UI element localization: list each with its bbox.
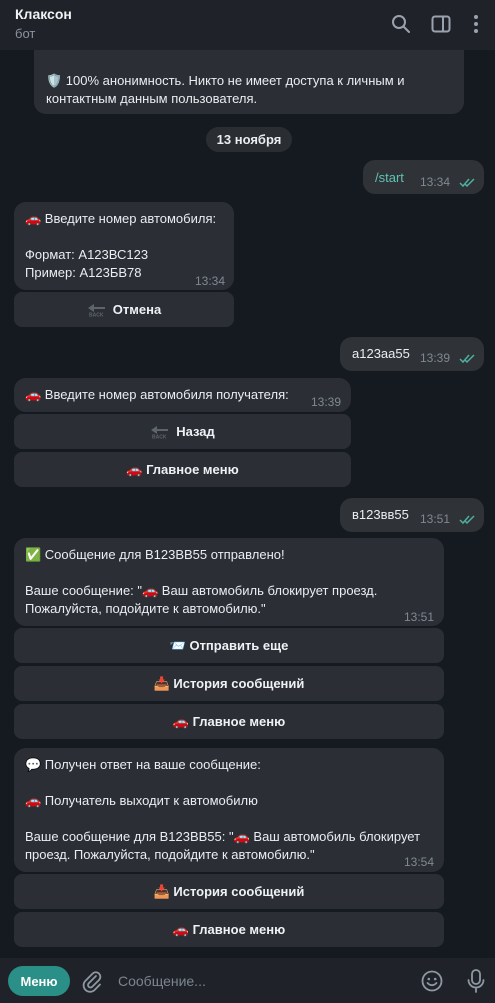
message-time: 13:39 xyxy=(311,395,342,409)
message-text: 🚗 Введите номер автомобиля получателя: xyxy=(25,387,289,402)
cancel-button[interactable]: BACK Отмена xyxy=(14,292,234,327)
main-menu-button-label: 🚗 Главное меню xyxy=(126,461,239,477)
send-more-button-label: 📨 Отправить еще xyxy=(169,637,289,653)
message-input[interactable] xyxy=(118,970,408,992)
send-more-button[interactable]: 📨 Отправить еще xyxy=(14,628,444,663)
bot-menu-button[interactable]: Меню xyxy=(8,966,70,996)
message-text: а123аа55 xyxy=(352,346,410,361)
message-time: 13:54 xyxy=(404,855,435,869)
message-bubble-outgoing: в123вв55 13:51 xyxy=(340,498,484,532)
read-checks-icon xyxy=(459,178,475,188)
main-menu-button-label: 🚗 Главное меню xyxy=(172,921,286,937)
message-history-button[interactable]: 📥 История сообщений xyxy=(14,874,444,909)
attach-icon[interactable] xyxy=(80,969,104,993)
chat-header[interactable]: Клаксон бот xyxy=(0,0,495,50)
read-checks-icon xyxy=(459,354,475,364)
message-bubble-incoming: 💬 Получен ответ на ваше сообщение: 🚗 Пол… xyxy=(14,748,444,872)
read-checks-icon xyxy=(459,515,475,525)
cancel-button-label: Отмена xyxy=(112,302,162,317)
main-menu-button[interactable]: 🚗 Главное меню xyxy=(14,452,351,487)
message-time: 13:51 xyxy=(420,512,451,526)
message-time: 13:39 xyxy=(420,351,451,365)
microphone-icon[interactable] xyxy=(464,968,488,994)
back-arrow-icon: BACK xyxy=(87,303,105,317)
message-bubble-incoming: 🚗 Введите номер автомобиля получателя: 1… xyxy=(14,378,351,412)
main-menu-button-label: 🚗 Главное меню xyxy=(172,713,286,729)
chat-title[interactable]: Клаксон xyxy=(15,6,72,22)
date-separator: 13 ноября xyxy=(206,127,292,152)
back-button[interactable]: BACK Назад xyxy=(14,414,351,449)
composer-bar: Меню xyxy=(0,958,495,1003)
chat-subtitle: бот xyxy=(15,26,36,41)
message-bubble-incoming: ✅ Сообщение для В123ВВ55 отправлено! Ваш… xyxy=(14,538,444,626)
message-text: 💬 Получен ответ на ваше сообщение: 🚗 Пол… xyxy=(25,757,421,862)
search-icon[interactable] xyxy=(390,13,412,35)
message-bubble-outgoing: /start 13:34 xyxy=(363,160,484,194)
message-history-button-label: 📥 История сообщений xyxy=(153,883,305,899)
message-text: ✅ Сообщение для В123ВВ55 отправлено! Ваш… xyxy=(25,547,378,616)
message-time: 13:34 xyxy=(420,175,451,189)
message-history-button[interactable]: 📥 История сообщений xyxy=(14,666,444,701)
message-history-button-label: 📥 История сообщений xyxy=(153,675,305,691)
sidebar-toggle-icon[interactable] xyxy=(430,13,452,35)
back-arrow-icon: BACK xyxy=(151,425,169,439)
emoji-icon[interactable] xyxy=(420,969,444,993)
more-vert-icon[interactable] xyxy=(465,13,487,35)
message-text[interactable]: /start xyxy=(375,170,404,185)
message-text: в123вв55 xyxy=(352,507,409,522)
message-bubble-outgoing: а123аа55 13:39 xyxy=(340,337,484,371)
message-time: 13:51 xyxy=(404,610,435,624)
main-menu-button[interactable]: 🚗 Главное меню xyxy=(14,704,444,739)
message-bubble-incoming: 🚗 Введите номер автомобиля: Формат: А123… xyxy=(14,202,234,290)
message-text: 🛡️ 100% анонимность. Никто не имеет дост… xyxy=(46,73,409,106)
main-menu-button[interactable]: 🚗 Главное меню xyxy=(14,912,444,947)
svg-text:BACK: BACK xyxy=(89,312,104,317)
svg-text:BACK: BACK xyxy=(152,434,167,439)
message-time: 13:34 xyxy=(195,274,226,288)
back-button-label: Назад xyxy=(176,424,215,439)
